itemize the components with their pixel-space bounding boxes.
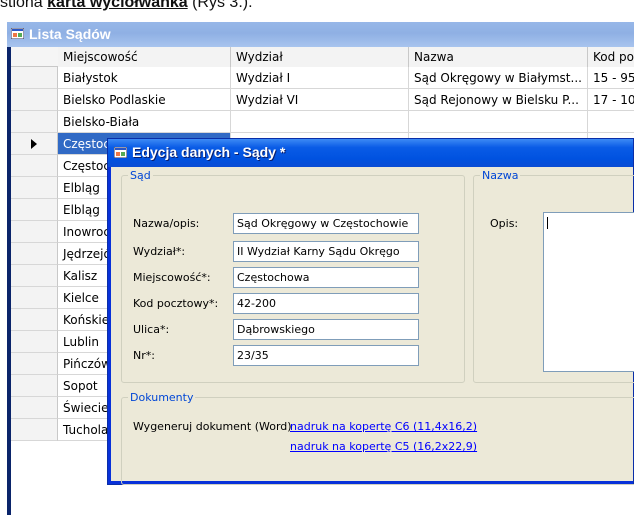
- grid-cell[interactable]: Sąd Okręgowy w Białymst...: [409, 67, 588, 89]
- grid-cell[interactable]: 15 - 950: [588, 67, 634, 89]
- field-kod-pocztowy[interactable]: 42-200: [233, 293, 419, 314]
- grid-cell[interactable]: [409, 111, 588, 133]
- grid-row-header[interactable]: [11, 89, 58, 111]
- grid-row-header[interactable]: [11, 265, 58, 287]
- grid-column-header[interactable]: Wydział: [231, 47, 409, 67]
- main-window-title: Lista Sądów: [29, 26, 111, 42]
- grid-row-header[interactable]: [11, 397, 58, 419]
- field-nr[interactable]: 23/35: [233, 345, 419, 366]
- grid-row-header[interactable]: [11, 221, 58, 243]
- main-window-titlebar[interactable]: Lista Sądów: [7, 22, 634, 47]
- label-kod-pocztowy: Kod pocztowy*:: [133, 297, 219, 310]
- grid-row-header[interactable]: [11, 155, 58, 177]
- grid-cell[interactable]: Sąd Rejonowy w Bielsku P...: [409, 89, 588, 111]
- grid-row-header[interactable]: [11, 309, 58, 331]
- document-text: stiona karta wyciółwanka (Rys 3.).: [0, 0, 253, 12]
- dialog-titlebar[interactable]: Edycja danych - Sądy *: [108, 139, 633, 167]
- text-caret: [547, 217, 548, 229]
- grid-row-header[interactable]: [11, 353, 58, 375]
- grid-cell[interactable]: [231, 111, 409, 133]
- group-dokumenty: Dokumenty: [121, 391, 634, 485]
- grid-row-header[interactable]: [11, 375, 58, 397]
- group-sad-legend: Sąd: [130, 169, 151, 182]
- grid-row-header[interactable]: [11, 331, 58, 353]
- link-koperta-c5[interactable]: nadruk na kopertę C5 (16,2x22,9): [290, 440, 477, 453]
- doc-prefix: stiona: [0, 0, 48, 11]
- grid-cell[interactable]: Bielsko-Biała: [58, 111, 231, 133]
- field-wydzial[interactable]: II Wydział Karny Sądu Okręgo: [233, 241, 419, 262]
- grid-row-header[interactable]: [11, 287, 58, 309]
- grid-cell[interactable]: 17 - 100: [588, 89, 634, 111]
- group-nazwa-legend: Nazwa: [482, 169, 519, 182]
- grid-column-header[interactable]: Miejscowość: [58, 47, 231, 67]
- field-nazwa-opis[interactable]: Sąd Okręgowy w Częstochowie: [233, 213, 419, 234]
- label-wygeneruj: Wygeneruj dokument (Word): [133, 420, 292, 433]
- window-app-icon: [11, 28, 24, 39]
- label-miejscowosc: Miejscowość*:: [133, 271, 211, 284]
- label-wydzial: Wydział*:: [133, 245, 186, 258]
- dialog-title: Edycja danych - Sądy *: [132, 144, 286, 160]
- grid-row-header[interactable]: [11, 177, 58, 199]
- grid-cell[interactable]: Białystok: [58, 67, 231, 89]
- grid-cell[interactable]: [588, 111, 634, 133]
- document-strip: stiona karta wyciółwanka (Rys 3.).: [0, 0, 634, 18]
- grid-row-header[interactable]: [11, 133, 58, 155]
- grid-cell[interactable]: Wydział VI: [231, 89, 409, 111]
- grid-row-header[interactable]: [11, 111, 58, 133]
- grid-row-header[interactable]: [11, 419, 58, 441]
- label-opis: Opis:: [490, 217, 519, 230]
- label-nr: Nr*:: [133, 349, 155, 362]
- grid-column-header[interactable]: Kod poc: [588, 47, 634, 67]
- doc-bold-link: karta wyciółwanka: [47, 0, 188, 11]
- doc-suffix: (Rys 3.).: [187, 0, 253, 11]
- grid-cell[interactable]: Wydział I: [231, 67, 409, 89]
- group-dokumenty-legend: Dokumenty: [130, 391, 194, 404]
- current-row-arrow-icon: [31, 139, 37, 149]
- grid-row-header[interactable]: [11, 199, 58, 221]
- grid-row-header[interactable]: [11, 67, 58, 89]
- field-miejscowosc[interactable]: Częstochowa: [233, 267, 419, 288]
- edit-dialog: Edycja danych - Sądy * Sąd Nazwa/opis: S…: [107, 138, 634, 485]
- dialog-body: Sąd Nazwa/opis: Sąd Okręgowy w Częstocho…: [111, 167, 634, 485]
- link-koperta-c6[interactable]: nadruk na kopertę C6 (11,4x16,2): [290, 420, 477, 433]
- field-ulica[interactable]: Dąbrowskiego: [233, 319, 419, 340]
- label-nazwa-opis: Nazwa/opis:: [133, 217, 200, 230]
- grid-cell[interactable]: Bielsko Podlaskie: [58, 89, 231, 111]
- label-ulica: Ulica*:: [133, 323, 170, 336]
- grid-row-header[interactable]: [11, 243, 58, 265]
- window-app-icon: [114, 147, 127, 158]
- field-opis[interactable]: [543, 212, 634, 372]
- grid-column-header[interactable]: Nazwa: [409, 47, 588, 67]
